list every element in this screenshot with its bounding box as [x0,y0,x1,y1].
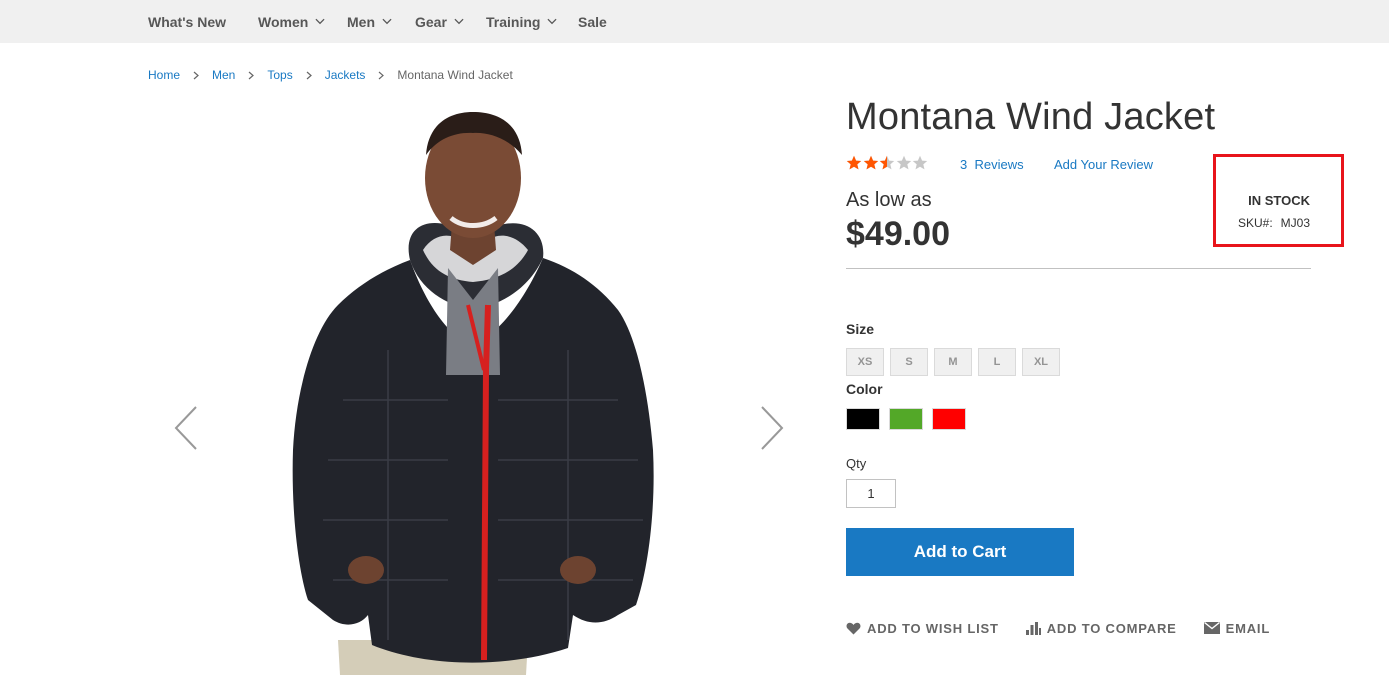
nav-label: Training [486,13,541,30]
sku-value: MJ03 [1280,216,1310,230]
add-to-wishlist-link[interactable]: ADD TO WISH LIST [846,621,999,636]
nav-men[interactable]: Men [347,0,392,43]
product-actions: ADD TO WISH LIST ADD TO COMPARE EMAIL [846,619,1297,637]
size-swatch-l[interactable]: L [978,348,1016,376]
chevron-down-icon [315,17,325,27]
chevron-right-icon [248,71,255,80]
top-navigation: What's New Women Men Gear Training Sale [0,0,1389,43]
breadcrumb-current: Montana Wind Jacket [397,68,513,82]
chevron-right-icon [378,71,385,80]
star-icon [846,155,862,170]
reviews-link[interactable]: 3 Reviews [960,157,1024,172]
envelope-icon [1203,622,1220,634]
add-to-cart-button[interactable]: Add to Cart [846,528,1074,576]
stock-status: IN STOCK [1248,193,1310,208]
color-label: Color [846,381,883,397]
reviews-count: 3 [960,157,968,172]
stock-highlight-box: IN STOCK SKU#: MJ03 [1213,154,1344,247]
qty-input[interactable] [846,479,896,508]
rating-stars [846,154,929,172]
breadcrumb-jackets[interactable]: Jackets [325,68,366,82]
sku: SKU#: MJ03 [1238,216,1310,230]
product-title: Montana Wind Jacket [846,96,1216,138]
chevron-down-icon [382,17,392,27]
breadcrumb-men[interactable]: Men [212,68,235,82]
star-icon [863,155,878,170]
compare-chart-icon [1025,621,1041,635]
breadcrumb-tops[interactable]: Tops [267,68,292,82]
price-prefix: As low as [846,189,932,211]
chevron-right-icon [761,406,784,450]
wishlist-label: ADD TO WISH LIST [867,620,999,636]
color-swatch-red[interactable] [932,408,966,430]
size-swatch-xs[interactable]: XS [846,348,884,376]
size-swatch-s[interactable]: S [890,348,928,376]
chevron-down-icon [547,17,557,27]
size-swatch-m[interactable]: M [934,348,972,376]
star-icon [879,155,895,170]
nav-label: Women [258,13,309,30]
compare-label: ADD TO COMPARE [1046,620,1177,636]
qty-label: Qty [846,456,867,471]
email-link[interactable]: EMAIL [1203,620,1271,636]
chevron-right-icon [306,71,312,80]
nav-label: Gear [415,13,447,30]
email-label: EMAIL [1225,620,1271,636]
star-icon [912,155,928,170]
product-image[interactable] [148,100,798,675]
color-swatch-black[interactable] [846,408,880,430]
color-swatches [846,408,975,430]
color-swatch-green[interactable] [889,408,923,430]
breadcrumb-home[interactable]: Home [148,68,180,82]
sku-label: SKU#: [1237,216,1273,230]
size-swatches: XS S M L XL [846,348,1066,376]
size-swatch-xl[interactable]: XL [1022,348,1060,376]
nav-gear[interactable]: Gear [415,0,464,43]
product-price: $49.00 [846,215,950,253]
chevron-down-icon [454,17,464,27]
nav-whats-new[interactable]: What's New [148,0,226,43]
product-gallery [148,100,798,675]
nav-training[interactable]: Training [486,0,557,43]
divider [846,268,1311,269]
chevron-right-icon [193,71,199,80]
add-review-link[interactable]: Add Your Review [1054,157,1153,172]
reviews-label: Reviews [974,157,1024,172]
gallery-next-arrow[interactable] [752,398,792,458]
breadcrumb: Home Men Tops Jackets Montana Wind Jacke… [148,67,513,83]
nav-women[interactable]: Women [258,0,325,43]
chevron-left-icon [174,406,197,450]
nav-label: Men [347,13,375,30]
add-to-compare-link[interactable]: ADD TO COMPARE [1025,620,1177,636]
star-icon [896,155,911,170]
heart-icon [846,622,861,634]
nav-label: Sale [578,13,607,30]
nav-sale[interactable]: Sale [578,0,607,43]
nav-label: What's New [148,13,227,30]
size-label: Size [846,321,875,337]
gallery-prev-arrow[interactable] [166,398,206,458]
